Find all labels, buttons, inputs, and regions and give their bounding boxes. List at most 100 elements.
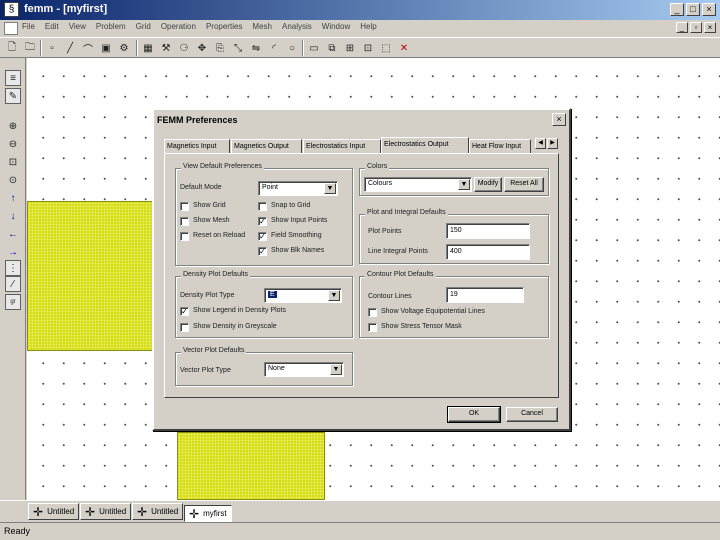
doc-close-button[interactable]: × (704, 22, 716, 33)
node-mode-icon[interactable]: ▫ (44, 40, 60, 56)
material-block[interactable] (177, 432, 325, 500)
pan-right-icon[interactable]: → (5, 244, 21, 260)
contour-lines-label: Contour Lines (368, 293, 412, 300)
segment-mode-icon[interactable]: ╱ (62, 40, 78, 56)
show-legend-label: Show Legend in Density Plots (193, 307, 286, 314)
tile-icon[interactable]: ⊞ (342, 40, 358, 56)
document-tab[interactable]: ✛ Untitled (132, 503, 184, 520)
doc-restore-button[interactable]: ▫ (690, 22, 702, 33)
menu-properties[interactable]: Properties (206, 22, 242, 31)
plot-points-label: Plot Points (368, 228, 402, 235)
show-grid-checkbox[interactable] (180, 202, 189, 211)
zoom-window-icon[interactable]: ⊡ (5, 154, 21, 170)
cascade-icon[interactable]: ⧉ (324, 40, 340, 56)
menu-mesh[interactable]: Mesh (252, 22, 272, 31)
line-integral-points-input[interactable]: 400 (446, 244, 530, 260)
menu-help[interactable]: Help (360, 22, 376, 31)
vector-plot-type-select[interactable]: None ▼ (264, 362, 344, 377)
arc-mode-icon[interactable]: ⌒ (80, 40, 96, 56)
colors-value: Colours (368, 180, 393, 187)
document-window-controls: _ ▫ × (676, 22, 716, 33)
colors-select[interactable]: Colours ▼ (364, 177, 472, 192)
dialog-title: FEMM Preferences (157, 115, 238, 125)
new-file-icon[interactable]: 🗋 (4, 40, 20, 56)
menu-problem[interactable]: Problem (96, 22, 126, 31)
snap-grid-icon[interactable]: ⁄ (5, 276, 21, 292)
dialog-close-button[interactable]: × (552, 113, 566, 126)
pan-down-icon[interactable]: ↓ (5, 208, 21, 224)
stress-tensor-mask-checkbox[interactable] (368, 323, 377, 332)
show-voltage-lines-checkbox[interactable] (368, 308, 377, 317)
zoom-in-icon[interactable]: ⊕ (5, 118, 21, 134)
doc-minimize-button[interactable]: _ (676, 22, 688, 33)
select-icon[interactable]: ⬚ (378, 40, 394, 56)
density-plot-type-select[interactable]: E ▼ (264, 288, 342, 303)
tab-electrostatics-output[interactable]: Electrostatics Output (381, 137, 469, 153)
close-button[interactable]: × (702, 3, 716, 16)
tab-scroll-left-icon[interactable]: ◀ (535, 138, 546, 149)
field-smoothing-checkbox[interactable]: ✓ (258, 232, 267, 241)
fillet-icon[interactable]: ◜ (266, 40, 282, 56)
ok-button[interactable]: OK (447, 406, 501, 423)
pan-up-icon[interactable]: ↑ (5, 190, 21, 206)
view-results-icon[interactable]: ⚆ (176, 40, 192, 56)
chevron-down-icon: ▼ (324, 183, 336, 194)
zoom-natural-icon[interactable]: ⊙ (5, 172, 21, 188)
reset-all-button[interactable]: Reset All (504, 177, 544, 192)
edit-icon[interactable]: ✎ (5, 88, 21, 104)
show-mesh-icon[interactable]: ≡ (5, 70, 21, 86)
pan-left-icon[interactable]: ← (5, 226, 21, 242)
block-label-mode-icon[interactable]: ▣ (98, 40, 114, 56)
menu-operation[interactable]: Operation (161, 22, 196, 31)
delete-icon[interactable]: ✕ (396, 40, 412, 56)
run-analysis-icon[interactable]: ⚒ (158, 40, 174, 56)
tab-scroll-right-icon[interactable]: ▶ (547, 138, 558, 149)
menu-edit[interactable]: Edit (45, 22, 59, 31)
mesh-icon[interactable]: ▦ (140, 40, 156, 56)
tab-electrostatics-input[interactable]: Electrostatics Input (303, 139, 381, 153)
greyscale-checkbox[interactable] (180, 323, 189, 332)
show-mesh-checkbox[interactable] (180, 217, 189, 226)
document-icon: ✛ (189, 506, 200, 521)
snap-to-grid-checkbox[interactable] (258, 202, 267, 211)
tab-magnetics-output[interactable]: Magnetics Output (231, 139, 302, 153)
zoom-out-icon[interactable]: ⊖ (5, 136, 21, 152)
material-block[interactable] (27, 201, 153, 351)
stress-tensor-mask-label: Show Stress Tensor Mask (381, 323, 462, 330)
contour-lines-input[interactable]: 19 (446, 287, 524, 303)
plot-points-input[interactable]: 150 (446, 223, 530, 239)
maximize-button[interactable]: □ (686, 3, 700, 16)
tab-heat-flow-input[interactable]: Heat Flow Input (469, 139, 531, 153)
show-blk-names-checkbox[interactable]: ✓ (258, 247, 267, 256)
menu-analysis[interactable]: Analysis (282, 22, 312, 31)
document-tab-label: myfirst (203, 509, 227, 518)
modify-colors-button[interactable]: Modify (474, 177, 502, 192)
document-tab[interactable]: ✛ Untitled (28, 503, 80, 520)
menu-window[interactable]: Window (322, 22, 350, 31)
open-folder-icon[interactable]: 🗀 (22, 40, 38, 56)
copy-icon[interactable]: ⎘ (212, 40, 228, 56)
show-input-points-checkbox[interactable]: ✓ (258, 217, 267, 226)
menu-grid[interactable]: Grid (136, 22, 151, 31)
cancel-button[interactable]: Cancel (506, 407, 558, 422)
menu-file[interactable]: File (22, 22, 35, 31)
grid-toggle-icon[interactable]: ⋮ (5, 260, 21, 276)
document-icon[interactable] (4, 22, 18, 35)
circle-icon[interactable]: ○ (284, 40, 300, 56)
group-mode-icon[interactable]: ⚙ (116, 40, 132, 56)
app-icon[interactable]: § (4, 2, 19, 17)
menu-view[interactable]: View (69, 22, 86, 31)
minimize-button[interactable]: _ (670, 3, 684, 16)
window-icon[interactable]: ▭ (306, 40, 322, 56)
grid-size-icon[interactable]: gr (5, 294, 21, 310)
scale-icon[interactable]: ⤡ (230, 40, 246, 56)
document-tab[interactable]: ✛ Untitled (80, 503, 132, 520)
document-tab[interactable]: ✛ myfirst (184, 505, 232, 522)
default-mode-select[interactable]: Point ▼ (258, 181, 338, 196)
mirror-icon[interactable]: ⇋ (248, 40, 264, 56)
reset-on-reload-checkbox[interactable] (180, 232, 189, 241)
show-legend-checkbox[interactable]: ✓ (180, 307, 189, 316)
tab-magnetics-input[interactable]: Magnetics Input (164, 139, 230, 153)
snap-icon[interactable]: ⊡ (360, 40, 376, 56)
move-icon[interactable]: ✥ (194, 40, 210, 56)
